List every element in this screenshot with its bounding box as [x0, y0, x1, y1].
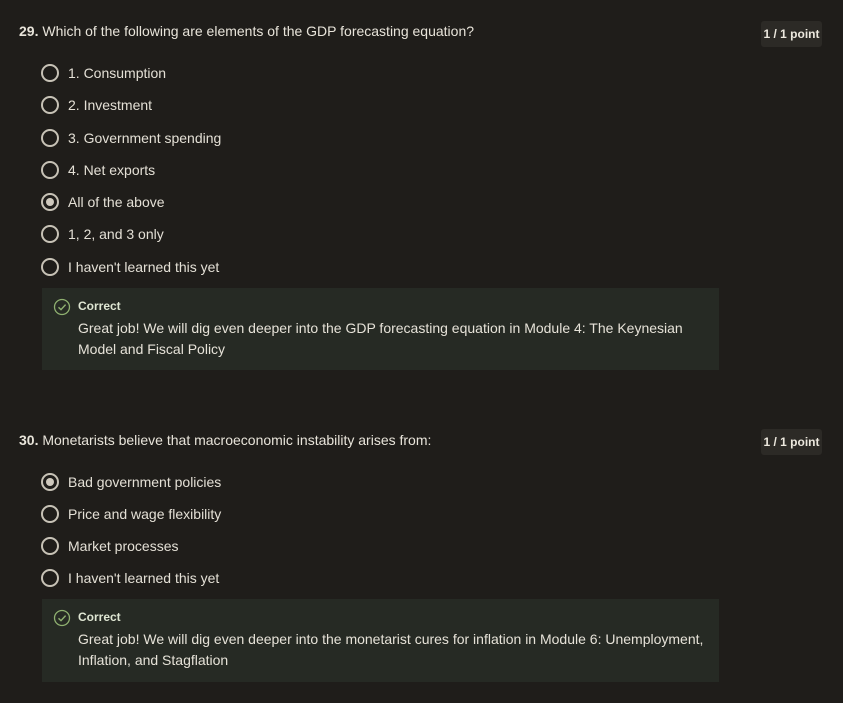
check-circle-icon: [53, 609, 71, 627]
radio-button[interactable]: [41, 473, 59, 491]
option-label: Bad government policies: [68, 474, 222, 490]
radio-button[interactable]: [41, 129, 59, 147]
option-label: 2. Investment: [68, 97, 153, 113]
option-label: 4. Net exports: [68, 162, 156, 178]
radio-button[interactable]: [41, 161, 59, 179]
question-number: 30.: [19, 432, 39, 448]
radio-button[interactable]: [41, 569, 59, 587]
option-government-spending[interactable]: 3. Government spending: [41, 127, 221, 149]
question-text: Monetarists believe that macroeconomic i…: [42, 432, 432, 448]
option-investment[interactable]: 2. Investment: [41, 94, 152, 116]
option-label: 1, 2, and 3 only: [68, 226, 164, 242]
option-consumption[interactable]: 1. Consumption: [41, 62, 166, 84]
question-prompt: 30. Monetarists believe that macroeconom…: [19, 432, 431, 448]
radio-button[interactable]: [41, 225, 59, 243]
option-not-learned[interactable]: I haven't learned this yet: [41, 567, 219, 589]
option-label: Market processes: [68, 538, 179, 554]
option-label: 3. Government spending: [68, 130, 222, 146]
option-label: 1. Consumption: [68, 65, 167, 81]
feedback-text: Great job! We will dig even deeper into …: [78, 320, 683, 357]
points-badge: 1 / 1 point: [761, 429, 822, 455]
radio-button[interactable]: [41, 193, 59, 211]
option-market-processes[interactable]: Market processes: [41, 535, 178, 557]
option-label: All of the above: [68, 194, 165, 210]
question-prompt: 29. Which of the following are elements …: [19, 23, 474, 39]
points-badge: 1 / 1 point: [761, 21, 822, 47]
radio-button[interactable]: [41, 537, 59, 555]
feedback-title: Correct: [78, 299, 121, 313]
option-1-2-3-only[interactable]: 1, 2, and 3 only: [41, 223, 164, 245]
feedback-panel: Correct Great job! We will dig even deep…: [42, 599, 719, 682]
option-net-exports[interactable]: 4. Net exports: [41, 159, 155, 181]
option-bad-government-policies[interactable]: Bad government policies: [41, 471, 221, 493]
feedback-text: Great job! We will dig even deeper into …: [78, 631, 704, 668]
option-label: Price and wage flexibility: [68, 506, 222, 522]
check-circle-icon: [53, 298, 71, 316]
feedback-title: Correct: [78, 610, 121, 624]
option-all-of-the-above[interactable]: All of the above: [41, 191, 165, 213]
option-label: I haven't learned this yet: [68, 570, 220, 586]
radio-button[interactable]: [41, 64, 59, 82]
radio-button[interactable]: [41, 258, 59, 276]
radio-button[interactable]: [41, 505, 59, 523]
option-label: I haven't learned this yet: [68, 259, 220, 275]
question-text: Which of the following are elements of t…: [42, 23, 475, 39]
feedback-panel: Correct Great job! We will dig even deep…: [42, 288, 719, 370]
option-not-learned[interactable]: I haven't learned this yet: [41, 256, 219, 278]
radio-button[interactable]: [41, 96, 59, 114]
question-number: 29.: [19, 23, 39, 39]
option-price-wage-flexibility[interactable]: Price and wage flexibility: [41, 503, 221, 525]
